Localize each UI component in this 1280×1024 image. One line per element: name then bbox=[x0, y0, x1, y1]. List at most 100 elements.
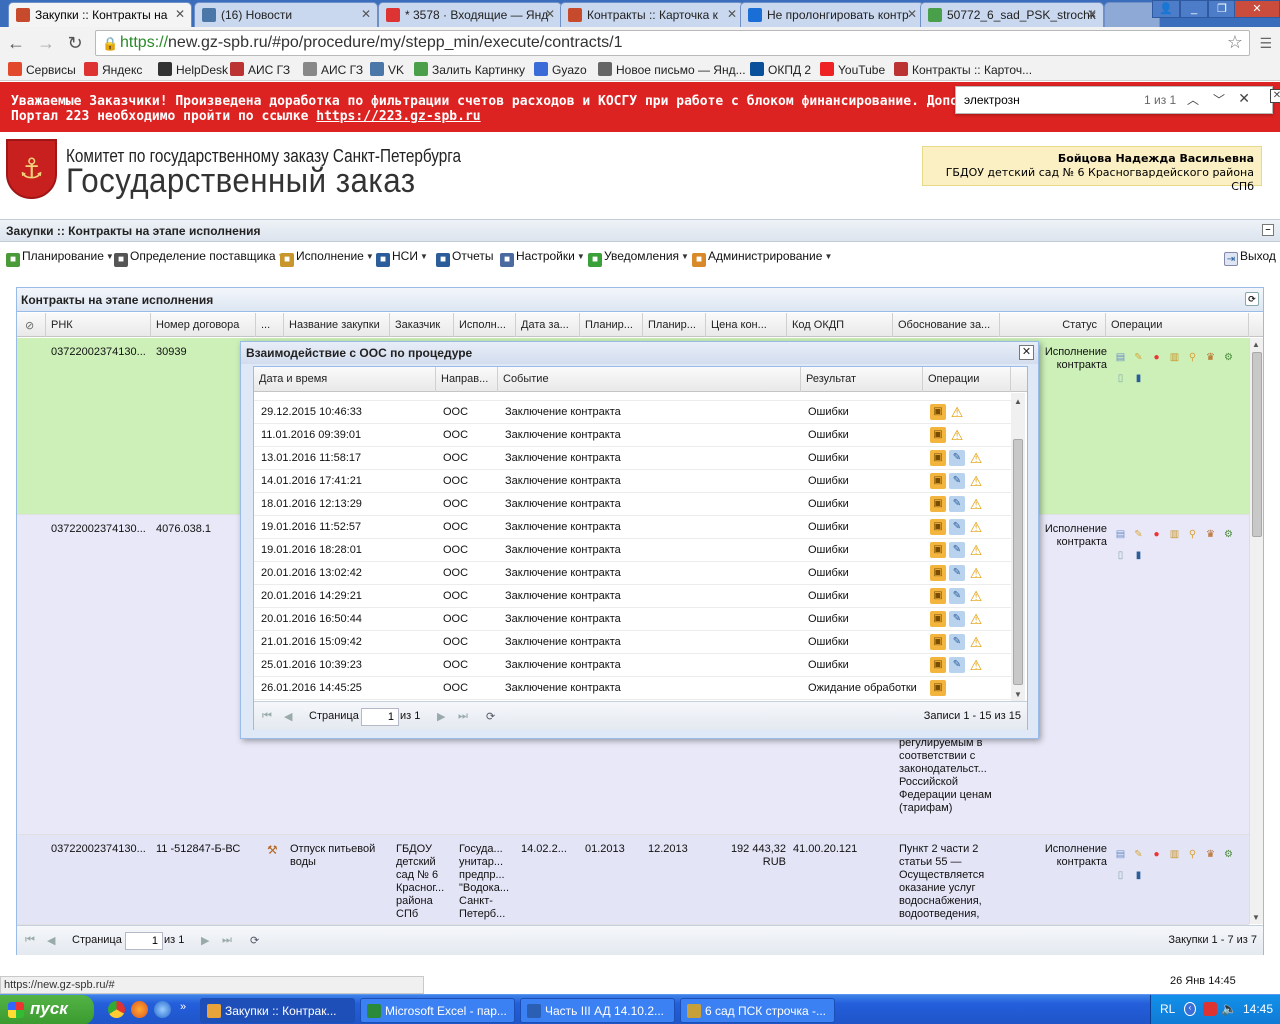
first-page-icon[interactable]: ⏮ bbox=[25, 934, 35, 947]
table-row[interactable]: 20.01.2016 13:02:42 ООС Заключение контрак… bbox=[254, 562, 1011, 585]
address-bar[interactable]: 🔒 https://new.gz-spb.ru/#po/procedure/my… bbox=[95, 30, 1250, 56]
taskbar-task[interactable]: 6 сад ПСК строчка -... bbox=[680, 998, 835, 1023]
bookmark-item[interactable]: Контракты :: Карточ... bbox=[894, 62, 1032, 77]
grid-column-header[interactable]: Номер договора bbox=[151, 313, 256, 337]
document-edit-icon[interactable]: ✎ bbox=[949, 588, 965, 604]
filter-clear-icon[interactable]: ⊘ bbox=[17, 313, 46, 337]
emblem-icon[interactable]: ♛ bbox=[1203, 350, 1218, 365]
grid-column-header[interactable]: Заказчик bbox=[390, 313, 454, 337]
warning-icon[interactable]: ⚠ bbox=[968, 450, 984, 466]
warning-icon[interactable]: ⚠ bbox=[968, 657, 984, 673]
grid-column-header[interactable]: Название закупки bbox=[284, 313, 390, 337]
bookmark-item[interactable]: Залить Картинку bbox=[414, 62, 525, 77]
logout-button[interactable]: ⇥ Выход bbox=[1224, 249, 1276, 266]
edit-icon[interactable]: ✎ bbox=[1131, 847, 1146, 862]
bookmark-item[interactable]: YouTube bbox=[820, 62, 885, 77]
stop-icon[interactable]: ● bbox=[1149, 527, 1164, 542]
prev-page-icon[interactable]: ◀ bbox=[47, 934, 55, 947]
table-row[interactable]: 19.01.2016 11:52:57 ООС Заключение контрак… bbox=[254, 516, 1011, 539]
forward-arrow-icon[interactable]: → bbox=[36, 33, 56, 53]
gear-icon[interactable]: ⚙ bbox=[1221, 847, 1236, 862]
user-icon[interactable]: 👤 bbox=[1152, 0, 1180, 18]
books-icon[interactable]: ▮ bbox=[1131, 371, 1146, 386]
report-doc-icon[interactable]: ▯ bbox=[1113, 868, 1128, 883]
tab-close-icon[interactable]: ✕ bbox=[727, 7, 737, 21]
tab-close-icon[interactable]: ✕ bbox=[907, 7, 917, 21]
document-edit-icon[interactable]: ✎ bbox=[949, 657, 965, 673]
stop-icon[interactable]: ● bbox=[1149, 350, 1164, 365]
package-icon[interactable]: ▣ bbox=[930, 634, 946, 650]
minimize-button[interactable]: _ bbox=[1180, 0, 1208, 18]
warning-icon[interactable]: ⚠ bbox=[968, 519, 984, 535]
package-icon[interactable]: ▣ bbox=[930, 473, 946, 489]
browser-tab[interactable]: Контракты :: Карточка к ✕ bbox=[560, 2, 744, 27]
document-edit-icon[interactable]: ✎ bbox=[949, 473, 965, 489]
table-row[interactable]: 26.01.2016 14:45:25 ООС Заключение контрак… bbox=[254, 677, 1011, 700]
menu-settings-wrench[interactable]: ■ Настройки ▼ bbox=[500, 249, 585, 267]
dialog-column-header[interactable]: Операции bbox=[923, 367, 1011, 392]
document-edit-icon[interactable]: ✎ bbox=[949, 611, 965, 627]
warning-icon[interactable]: ⚠ bbox=[968, 542, 984, 558]
grid-column-header[interactable]: Планир... bbox=[643, 313, 706, 337]
grid-column-header[interactable]: Операции bbox=[1106, 313, 1249, 337]
package-icon[interactable]: ▣ bbox=[930, 680, 946, 696]
grid-column-header[interactable]: Цена кон... bbox=[706, 313, 787, 337]
firefox-icon[interactable] bbox=[131, 1001, 148, 1018]
refresh-icon[interactable]: ⟳ bbox=[250, 934, 259, 947]
browser-tab[interactable]: * 3578 · Входящие — Янд ✕ bbox=[378, 2, 562, 27]
document-edit-icon[interactable]: ✎ bbox=[949, 634, 965, 650]
warning-icon[interactable]: ⚠ bbox=[968, 611, 984, 627]
grid-column-header[interactable]: РНК bbox=[46, 313, 151, 337]
find-prev-icon[interactable]: ︿ bbox=[1182, 90, 1204, 110]
package-icon[interactable]: ▣ bbox=[930, 496, 946, 512]
package-icon[interactable]: ▣ bbox=[930, 565, 946, 581]
last-page-icon[interactable]: ⏭ bbox=[222, 934, 232, 947]
grid-column-header[interactable]: Дата за... bbox=[516, 313, 580, 337]
reload-icon[interactable]: ↻ bbox=[65, 33, 85, 53]
table-row[interactable]: 19.01.2016 18:28:01 ООС Заключение контрак… bbox=[254, 539, 1011, 562]
warning-icon[interactable]: ⚠ bbox=[968, 473, 984, 489]
browser-tab[interactable]: 50772_6_sad_PSK_strochk ✕ bbox=[920, 2, 1104, 27]
tab-close-icon[interactable]: ✕ bbox=[361, 7, 371, 21]
scroll-up-icon[interactable]: ▲ bbox=[1252, 340, 1260, 349]
table-row[interactable]: 29.12.2015 10:46:33 ООС Заключение контрак… bbox=[254, 401, 1011, 424]
stop-icon[interactable]: ● bbox=[1149, 847, 1164, 862]
card-icon[interactable]: ▤ bbox=[1113, 847, 1128, 862]
grid-column-header[interactable]: Обоснование за... bbox=[893, 313, 1000, 337]
package-icon[interactable]: ▣ bbox=[930, 611, 946, 627]
table-row[interactable]: 13.01.2016 11:58:17 ООС Заключение контрак… bbox=[254, 447, 1011, 470]
card-icon[interactable]: ▤ bbox=[1113, 527, 1128, 542]
grid-column-header[interactable]: Статус bbox=[1000, 313, 1106, 337]
find-close-icon[interactable]: ✕ bbox=[1238, 90, 1250, 107]
tab-close-icon[interactable]: ✕ bbox=[175, 7, 185, 21]
bookmark-star-icon[interactable]: ☆ bbox=[1227, 32, 1243, 53]
chart-icon[interactable]: ▥ bbox=[1167, 350, 1182, 365]
page-number-input[interactable]: 1 bbox=[125, 932, 163, 950]
banner-close-icon[interactable]: ✕ bbox=[1270, 89, 1280, 103]
menu-planning[interactable]: ■ Планирование ▼ bbox=[6, 249, 114, 267]
menu-notifications[interactable]: ■ Уведомления ▼ bbox=[588, 249, 689, 267]
collapse-panel-icon[interactable]: – bbox=[1262, 224, 1274, 236]
table-row[interactable]: 11.01.2016 09:39:01 ООС Заключение контрак… bbox=[254, 424, 1011, 447]
dialog-column-header[interactable]: Направ... bbox=[436, 367, 498, 392]
bookmark-item[interactable]: Новое письмо — Янд... bbox=[598, 62, 746, 77]
dialog-page-input[interactable]: 1 bbox=[361, 708, 399, 726]
dialog-column-header[interactable]: Результат bbox=[801, 367, 923, 392]
dialog-column-header[interactable]: Дата и время bbox=[254, 367, 436, 392]
table-row[interactable]: 20.01.2016 16:50:44 ООС Заключение контрак… bbox=[254, 608, 1011, 631]
warning-icon[interactable]: ⚠ bbox=[968, 496, 984, 512]
table-row[interactable]: 21.01.2016 15:09:42 ООС Заключение контрак… bbox=[254, 631, 1011, 654]
grid-column-header[interactable]: Планир... bbox=[580, 313, 643, 337]
dialog-prev-page-icon[interactable]: ◀ bbox=[284, 710, 292, 723]
menu-book[interactable]: ■ НСИ ▼ bbox=[376, 249, 428, 267]
books-icon[interactable]: ▮ bbox=[1131, 868, 1146, 883]
back-arrow-icon[interactable]: ← bbox=[6, 33, 26, 53]
chart-icon[interactable]: ▥ bbox=[1167, 847, 1182, 862]
edit-icon[interactable]: ✎ bbox=[1131, 527, 1146, 542]
package-icon[interactable]: ▣ bbox=[930, 657, 946, 673]
package-icon[interactable]: ▣ bbox=[930, 404, 946, 420]
tab-close-icon[interactable]: ✕ bbox=[1087, 7, 1097, 21]
browser-tab[interactable]: (16) Новости ✕ bbox=[194, 2, 378, 27]
report-doc-icon[interactable]: ▯ bbox=[1113, 548, 1128, 563]
grid-scroll-thumb[interactable] bbox=[1252, 352, 1262, 537]
